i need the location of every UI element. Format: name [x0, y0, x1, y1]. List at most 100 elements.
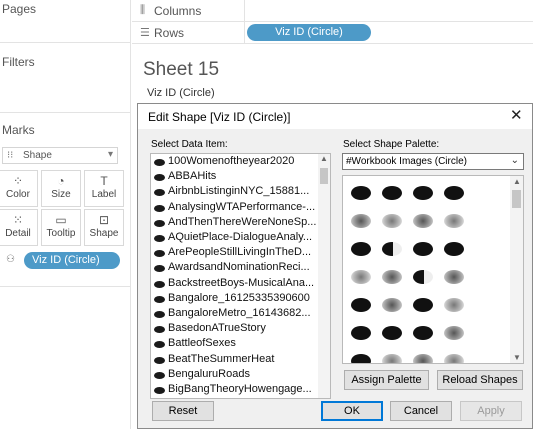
shape-swatch[interactable] [413, 214, 433, 228]
apply-button: Apply [460, 401, 522, 421]
shape-thumbnail-icon [154, 219, 165, 227]
scroll-up-icon[interactable]: ▲ [320, 154, 328, 163]
shape-swatch[interactable] [413, 298, 433, 312]
marks-card-title: Marks [2, 123, 35, 137]
shape-swatch[interactable] [351, 326, 371, 340]
list-item[interactable]: ABBAHits [154, 170, 320, 185]
color-icon: ⁘ [12, 174, 24, 188]
list-item-label: BigBangTheoryHowengage... [168, 383, 312, 395]
cancel-button[interactable]: Cancel [390, 401, 452, 421]
marks-color-button[interactable]: ⁘ Color [0, 170, 38, 207]
ok-button[interactable]: OK [321, 401, 383, 421]
list-item[interactable]: Bangalore_16125335390600 [154, 292, 320, 307]
list-item-label: BangaloreMetro_16143682... [168, 307, 311, 319]
shape-swatch[interactable] [382, 354, 402, 363]
list-item[interactable]: AndThenThereWereNoneSp... [154, 216, 320, 231]
shape-palette-grid[interactable]: ▲ ▼ [342, 175, 524, 364]
shape-swatch[interactable] [444, 298, 464, 312]
marks-shape-button[interactable]: ⊡ Shape [84, 209, 124, 246]
scroll-thumb[interactable] [512, 190, 521, 208]
mark-type-dropdown[interactable]: ⁝⁝ Shape ▾ [2, 147, 118, 164]
shape-swatch[interactable] [444, 242, 464, 256]
left-pane: Pages Filters Marks ⁝⁝ Shape ▾ ⁘ Color ◔… [0, 0, 131, 429]
shape-encoding-icon: ⚇ [6, 254, 15, 265]
scroll-up-icon[interactable]: ▲ [513, 177, 521, 186]
shape-swatch[interactable] [413, 270, 433, 284]
scroll-down-icon[interactable]: ▼ [513, 353, 521, 362]
shape-swatch[interactable] [351, 270, 371, 284]
list-item[interactable]: ArePeopleStillLivingInTheD... [154, 246, 320, 261]
list-item[interactable]: AwardsandNominationReci... [154, 261, 320, 276]
shape-field-pill[interactable]: Viz ID (Circle) [24, 252, 120, 269]
list-item-label: AirbnbListinginNYC_15881... [168, 185, 310, 198]
marks-button-label: Detail [5, 228, 31, 239]
marks-detail-button[interactable]: ⁙ Detail [0, 209, 38, 246]
shape-thumbnail-icon [154, 235, 165, 242]
shape-thumbnail-icon [154, 174, 165, 182]
shape-thumbnail-icon [154, 189, 165, 197]
marks-button-label: Label [91, 189, 117, 200]
shape-swatch[interactable] [444, 354, 464, 363]
shape-swatch[interactable] [444, 186, 464, 200]
list-scrollbar[interactable]: ▲ [318, 154, 330, 398]
shape-swatch[interactable] [351, 242, 371, 256]
shape-type-icon: ⁝⁝ [7, 150, 14, 161]
list-item[interactable]: BackstreetBoys-MusicalAna... [154, 277, 320, 292]
shape-swatch[interactable] [382, 214, 402, 228]
shape-swatch[interactable] [351, 214, 371, 228]
columns-shelf[interactable]: ⫼ Columns [132, 0, 533, 22]
shape-palette-select[interactable]: #Workbook Images (Circle) ⌄ [342, 153, 524, 170]
list-item[interactable]: BattleofSexes [154, 337, 320, 352]
list-item[interactable]: AQuietPlace-DialogueAnaly... [154, 231, 320, 246]
list-item[interactable]: BasedonATrueStory [154, 322, 320, 337]
shape-swatch[interactable] [382, 242, 402, 256]
close-icon[interactable]: ✕ [510, 106, 523, 124]
list-item-label: Bangalore_16125335390600 [168, 291, 310, 304]
list-item-label: BeatTheSummerHeat [168, 352, 275, 365]
list-item[interactable]: BeatTheSummerHeat [154, 353, 320, 368]
list-item[interactable]: AnalysingWTAPerformance-... [154, 201, 320, 216]
columns-shelf-label: Columns [154, 4, 202, 18]
shape-icon: ⊡ [98, 213, 110, 227]
shape-swatch[interactable] [413, 326, 433, 340]
chevron-down-icon: ⌄ [510, 155, 519, 166]
rows-field-pill[interactable]: Viz ID (Circle) [247, 24, 371, 41]
list-item[interactable]: 100Womenoftheyear2020 [154, 155, 320, 170]
list-item[interactable]: BengaluruRoads [154, 368, 320, 383]
divider [0, 42, 131, 43]
shape-thumbnail-icon [154, 250, 165, 258]
shape-swatch[interactable] [382, 298, 402, 312]
marks-label-button[interactable]: T Label [84, 170, 124, 207]
shape-swatch[interactable] [382, 326, 402, 340]
tooltip-icon: ▭ [55, 213, 67, 227]
dialog-title: Edit Shape [Viz ID (Circle)] [148, 110, 291, 124]
shape-swatch[interactable] [444, 270, 464, 284]
shape-swatch[interactable] [382, 186, 402, 200]
shape-swatch[interactable] [351, 298, 371, 312]
marks-size-button[interactable]: ◔ Size [41, 170, 81, 207]
list-item[interactable]: BigBangTheoryHowengage... [154, 383, 320, 398]
shape-palette-value: #Workbook Images (Circle) [346, 156, 467, 167]
shape-swatch[interactable] [413, 354, 433, 363]
reset-button[interactable]: Reset [152, 401, 214, 421]
columns-icon: ⫼ [140, 4, 146, 16]
shape-swatch[interactable] [444, 214, 464, 228]
list-item[interactable]: AirbnbListinginNYC_15881... [154, 185, 320, 200]
size-icon: ◔ [57, 174, 65, 188]
reload-shapes-button[interactable]: Reload Shapes [437, 370, 523, 390]
shape-swatch[interactable] [382, 270, 402, 284]
shape-swatch[interactable] [413, 242, 433, 256]
shape-swatch[interactable] [444, 326, 464, 340]
shape-swatch[interactable] [413, 186, 433, 200]
list-item[interactable]: BangaloreMetro_16143682... [154, 307, 320, 322]
divider [0, 286, 131, 287]
shape-swatch[interactable] [351, 186, 371, 200]
marks-tooltip-button[interactable]: ▭ Tooltip [41, 209, 81, 246]
assign-palette-button[interactable]: Assign Palette [344, 370, 429, 390]
sheet-header: Viz ID (Circle) [147, 87, 215, 99]
scroll-thumb[interactable] [320, 168, 328, 184]
shape-swatch[interactable] [351, 354, 371, 363]
data-item-list[interactable]: 100Womenoftheyear2020 ABBAHits AirbnbListi… [150, 153, 331, 399]
palette-scrollbar[interactable]: ▲ ▼ [510, 176, 523, 363]
shape-thumbnail-icon [154, 356, 165, 364]
